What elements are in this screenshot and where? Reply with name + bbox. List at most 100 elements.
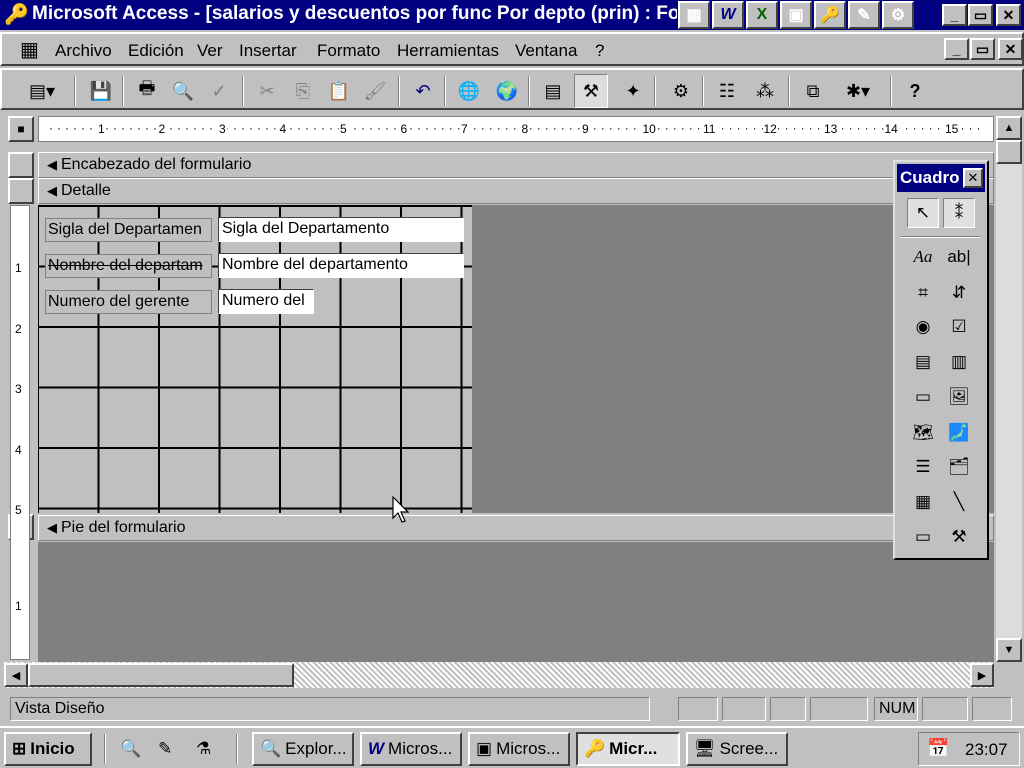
field-nombre[interactable]: Nombre del departamento bbox=[218, 253, 464, 278]
detail-selector[interactable] bbox=[8, 178, 34, 204]
label-tool[interactable]: Aa bbox=[907, 242, 939, 272]
detail-design-grid[interactable] bbox=[38, 205, 472, 513]
select-objects-tool[interactable]: ↖ bbox=[907, 198, 939, 228]
scroll-thumb[interactable] bbox=[996, 140, 1022, 164]
menu-insertar[interactable]: Insertar bbox=[239, 41, 297, 61]
rectangle-tool[interactable]: ▭ bbox=[907, 522, 939, 552]
pen-icon[interactable]: ✎ bbox=[848, 1, 880, 29]
line-tool[interactable]: ╲ bbox=[943, 487, 975, 517]
quick-launch-pen[interactable]: ✎ bbox=[152, 732, 184, 766]
code-button[interactable]: ⚙ bbox=[664, 74, 698, 108]
undo-button[interactable]: ↶ bbox=[406, 74, 440, 108]
insert-hyperlink-button[interactable]: 🌐 bbox=[452, 74, 486, 108]
task-screen[interactable]: 🖥 Scree... bbox=[686, 732, 788, 766]
combo-box-tool[interactable]: ▤ bbox=[907, 347, 939, 377]
text-box-tool[interactable]: ab| bbox=[943, 242, 975, 272]
scroll-left-button[interactable]: ◀ bbox=[4, 663, 28, 687]
command-button-tool[interactable]: ▭ bbox=[907, 382, 939, 412]
ruler-label: 12 bbox=[762, 122, 778, 136]
cut-button[interactable]: ✂ bbox=[250, 74, 284, 108]
tab-control-tool[interactable]: 🗂 bbox=[943, 452, 975, 482]
maximize-button[interactable]: ▭ bbox=[968, 4, 993, 26]
field-gerente[interactable]: Numero del bbox=[218, 289, 314, 314]
footer-section-bar[interactable]: ◀ Pie del formulario bbox=[38, 515, 994, 541]
task-word[interactable]: W Micros... bbox=[360, 732, 462, 766]
print-preview-button[interactable]: 🔍 bbox=[166, 74, 200, 108]
help-button[interactable]: ? bbox=[898, 74, 932, 108]
autoformat-button[interactable]: ✦ bbox=[616, 74, 650, 108]
vertical-scrollbar[interactable]: ▲ ▼ bbox=[996, 116, 1022, 662]
scroll-thumb[interactable] bbox=[28, 663, 294, 687]
more-controls-tool[interactable]: ⚒ bbox=[943, 522, 975, 552]
toolbox-button[interactable]: ⚒ bbox=[574, 74, 608, 108]
start-button[interactable]: ⊞ Inicio bbox=[4, 732, 92, 766]
menu-ventana[interactable]: Ventana bbox=[515, 41, 577, 61]
new-object-button[interactable]: ✱▾ bbox=[832, 74, 884, 108]
header-section-bar[interactable]: ◀ Encabezado del formulario bbox=[38, 152, 994, 178]
toolbox-palette[interactable]: Cuadro ✕ ↖ ⁑ Aa ab| ⌗ ⇵ ◉ ☑ ▤ ▥ ▭ 🖼 🗺 🗾 … bbox=[893, 160, 989, 560]
image-tool[interactable]: 🖼 bbox=[943, 382, 975, 412]
access-icon[interactable]: 🔑 bbox=[814, 1, 846, 29]
minimize-button[interactable]: _ bbox=[942, 4, 967, 26]
menu-archivo[interactable]: Archivo bbox=[55, 41, 112, 61]
toggle-button-tool[interactable]: ⇵ bbox=[943, 278, 975, 308]
form-document-icon[interactable]: ▦ bbox=[20, 37, 39, 62]
ruler-label: 11 bbox=[702, 122, 717, 136]
format-painter-button[interactable]: 🖌 bbox=[358, 74, 392, 108]
database-window-button[interactable]: ⧉ bbox=[796, 74, 830, 108]
detail-section-bar[interactable]: ◀ Detalle bbox=[38, 178, 994, 204]
quick-launch-tool[interactable]: ⚗ bbox=[190, 732, 222, 766]
pen-glyph: ✎ bbox=[857, 7, 871, 24]
task-explorer[interactable]: 🔍 Explor... bbox=[252, 732, 354, 766]
option-button-tool[interactable]: ◉ bbox=[907, 312, 939, 342]
doc-restore-button[interactable]: ▭ bbox=[970, 38, 995, 60]
option-group-tool[interactable]: ⌗ bbox=[907, 278, 939, 308]
menu-formato[interactable]: Formato bbox=[317, 41, 380, 61]
menu-help[interactable]: ? bbox=[595, 41, 604, 61]
clock[interactable]: 23:07 bbox=[965, 740, 1008, 760]
scroll-down-button[interactable]: ▼ bbox=[996, 638, 1022, 662]
menu-edicion[interactable]: Edición bbox=[128, 41, 184, 61]
label-gerente[interactable]: Numero del gerente bbox=[45, 290, 212, 314]
scroll-right-button[interactable]: ▶ bbox=[970, 663, 994, 687]
task-access[interactable]: 🔑 Micr... bbox=[576, 732, 680, 766]
excel-icon[interactable]: X bbox=[746, 1, 778, 29]
build-button[interactable]: ⁂ bbox=[748, 74, 782, 108]
label-nombre[interactable]: Nombre del departam bbox=[45, 254, 212, 278]
powerpoint-icon[interactable]: ▣ bbox=[780, 1, 812, 29]
office-logo-icon[interactable]: ▦ bbox=[678, 1, 710, 29]
select-form-button[interactable]: ■ bbox=[8, 116, 34, 142]
properties-button[interactable]: ☷ bbox=[710, 74, 744, 108]
doc-close-button[interactable]: ✕ bbox=[998, 38, 1023, 60]
unbound-object-tool[interactable]: 🗺 bbox=[907, 418, 939, 448]
word-icon[interactable]: W bbox=[712, 1, 744, 29]
quick-launch-explorer[interactable]: 🔍 bbox=[114, 732, 146, 766]
subform-tool[interactable]: ▦ bbox=[907, 487, 939, 517]
menu-herramientas[interactable]: Herramientas bbox=[397, 41, 499, 61]
header-selector[interactable] bbox=[8, 152, 34, 178]
scroll-up-button[interactable]: ▲ bbox=[996, 116, 1022, 140]
spelling-button[interactable]: ✓ bbox=[202, 74, 236, 108]
toolbox-close-button[interactable]: ✕ bbox=[963, 168, 983, 188]
print-button[interactable]: 🖶 bbox=[130, 74, 164, 108]
list-box-tool[interactable]: ▥ bbox=[943, 347, 975, 377]
close-button[interactable]: ✕ bbox=[996, 4, 1021, 26]
save-button[interactable]: 💾 bbox=[84, 74, 118, 108]
scheduler-icon[interactable]: 📅 bbox=[927, 738, 949, 759]
label-sigla[interactable]: Sigla del Departamen bbox=[45, 218, 212, 242]
bound-object-tool[interactable]: 🗾 bbox=[943, 418, 975, 448]
task-powerpoint[interactable]: ▣ Micros... bbox=[468, 732, 570, 766]
check-box-tool[interactable]: ☑ bbox=[943, 312, 975, 342]
paste-button[interactable]: 📋 bbox=[322, 74, 356, 108]
field-list-button[interactable]: ▤ bbox=[536, 74, 570, 108]
field-sigla[interactable]: Sigla del Departamento bbox=[218, 217, 464, 242]
form-view-button[interactable]: ▤▾ bbox=[16, 74, 68, 108]
menu-ver[interactable]: Ver bbox=[197, 41, 223, 61]
copy-button[interactable]: ⎘ bbox=[286, 74, 320, 108]
web-toolbar-button[interactable]: 🌍 bbox=[490, 74, 524, 108]
control-wizards-tool[interactable]: ⁑ bbox=[943, 198, 975, 228]
setup-icon[interactable]: ⚙ bbox=[882, 1, 914, 29]
page-break-tool[interactable]: ☰ bbox=[907, 452, 939, 482]
horizontal-scrollbar[interactable]: ◀ ▶ bbox=[4, 662, 994, 688]
doc-minimize-button[interactable]: _ bbox=[944, 38, 969, 60]
